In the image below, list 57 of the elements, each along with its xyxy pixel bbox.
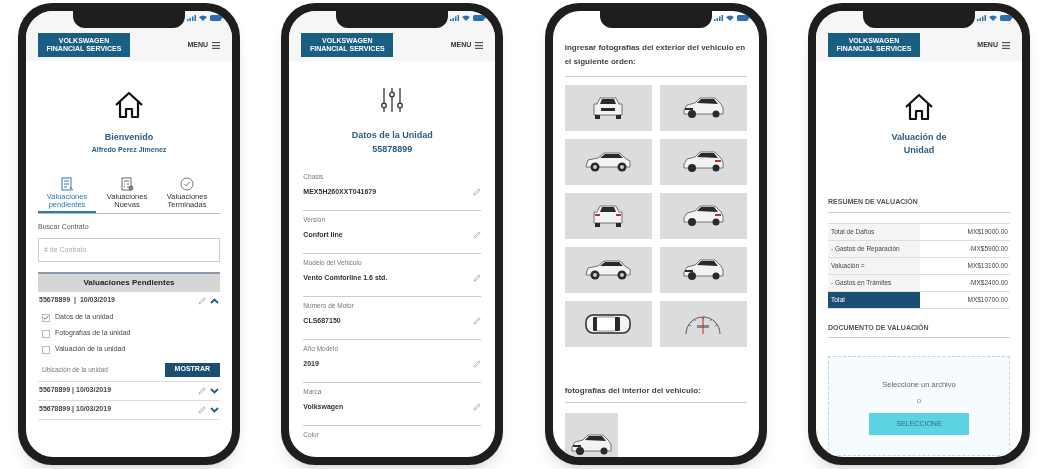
photo-tile[interactable] [659,301,747,347]
welcome-title: Bienvenido [104,131,154,144]
screen-title: Datos de la Unidad [351,129,433,142]
battery-icon [210,15,222,21]
wifi-icon [462,15,471,21]
photo-tile[interactable] [564,413,618,457]
chevron-down-icon[interactable] [210,406,219,413]
car-icon [584,151,633,173]
document-icon [60,177,74,191]
photo-tile[interactable] [564,301,652,347]
photo-tile[interactable] [564,85,652,131]
photo-tile[interactable] [564,193,652,239]
chevron-down-icon[interactable] [210,387,219,394]
or-text: o [916,395,922,408]
menu-icon [212,41,220,49]
sliders-icon [380,87,405,113]
checkbox[interactable] [42,345,50,354]
home-icon [114,91,144,119]
wifi-icon [989,15,997,21]
signal-icon [450,15,460,21]
car-icon [584,259,633,281]
home-icon [904,93,934,121]
photo-tile[interactable] [659,139,747,185]
car-icon [681,204,726,228]
interior-heading: fotografías del interior del vehiculo: [564,385,747,403]
calculator-icon [120,177,134,191]
battery-icon [1000,15,1012,21]
photo-tile[interactable] [564,139,652,185]
unit-number: 55878899 [372,142,413,156]
check-circle-icon [180,177,194,191]
car-icon [569,433,614,457]
menu-icon [1002,41,1010,49]
checkbox[interactable] [42,313,50,322]
battery-icon [473,15,486,21]
instructions-heading: ingresar fotografías del exterior del vehiculo en el siguiente orden: [564,41,747,77]
photo-tile[interactable] [659,193,747,239]
car-icon [681,150,726,174]
signal-icon [977,15,986,21]
car-icon [585,314,632,334]
signal-icon [713,15,723,21]
chevron-up-icon[interactable] [210,297,219,304]
car-icon [681,96,726,120]
gauge-icon [683,313,724,335]
battery-icon [736,15,749,21]
signal-icon [187,15,196,21]
section-header: Valuaciones Pendientes [38,271,220,292]
photo-tile[interactable] [659,247,747,293]
car-icon [681,258,726,282]
menu-icon [475,41,484,49]
wifi-icon [725,15,734,21]
checkbox[interactable] [42,329,50,338]
wifi-icon [199,15,207,21]
car-icon [591,96,626,120]
photo-tile[interactable] [564,247,652,293]
car-icon [591,204,626,228]
photo-tile[interactable] [659,85,747,131]
screen-title: Valuación de Unidad [890,131,948,157]
